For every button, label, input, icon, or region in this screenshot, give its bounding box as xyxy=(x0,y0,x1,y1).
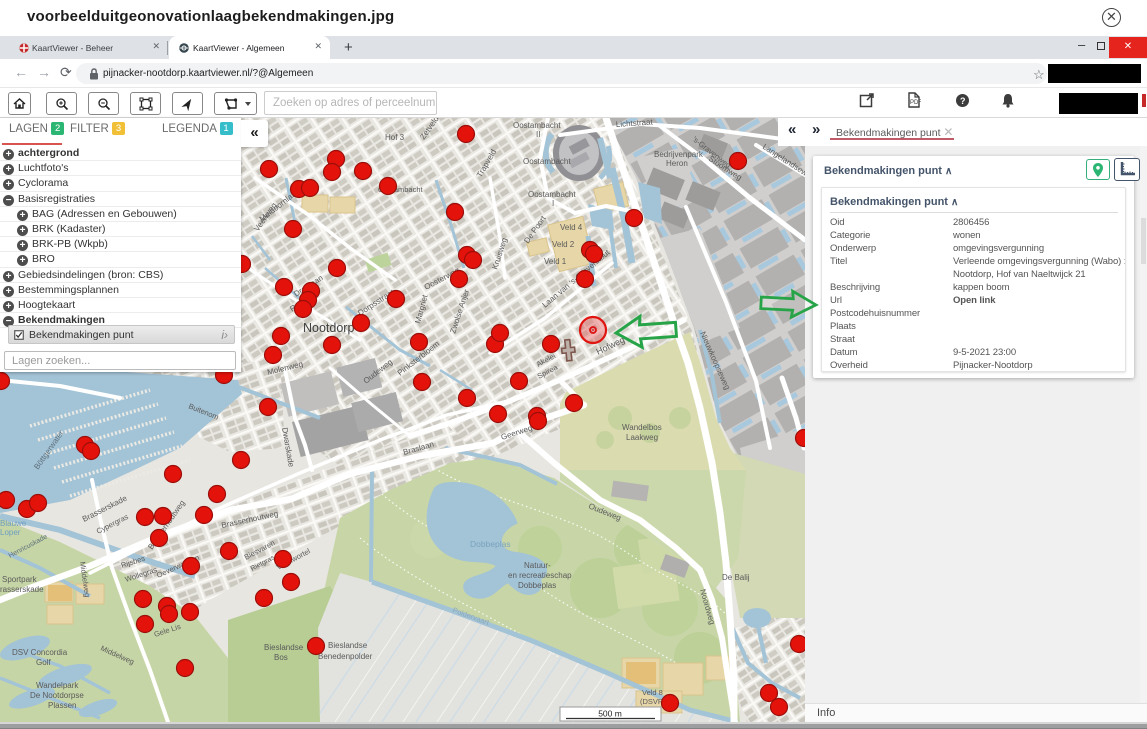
svg-text:Nootdorp: Nootdorp xyxy=(303,321,354,335)
svg-text:II: II xyxy=(536,130,540,139)
svg-text:Loper: Loper xyxy=(0,528,21,537)
svg-text:Golf: Golf xyxy=(36,658,51,667)
svg-text:en recreatieschap: en recreatieschap xyxy=(508,571,572,580)
svg-text:Oostambacht: Oostambacht xyxy=(513,121,561,130)
svg-text:Oostambacht: Oostambacht xyxy=(523,157,571,166)
svg-text:Oostambacht: Oostambacht xyxy=(528,190,576,199)
svg-text:Wandelpark: Wandelpark xyxy=(36,681,79,690)
svg-text:Veld 8: Veld 8 xyxy=(642,688,663,697)
svg-text:Bos: Bos xyxy=(274,653,288,662)
svg-text:Bedrijvenpark: Bedrijvenpark xyxy=(654,150,704,159)
svg-text:Veld 4: Veld 4 xyxy=(560,223,583,232)
svg-text:Dobbeplas: Dobbeplas xyxy=(518,581,556,590)
svg-text:Laakweg: Laakweg xyxy=(626,433,658,442)
svg-text:Dobbeplas: Dobbeplas xyxy=(470,539,511,549)
svg-text:Bieslandse: Bieslandse xyxy=(328,641,368,650)
svg-text:Benedenpolder: Benedenpolder xyxy=(318,652,373,661)
svg-text:Sportpark: Sportpark xyxy=(2,575,38,584)
svg-text:Veld 1: Veld 1 xyxy=(544,257,567,266)
svg-text:Hof 3: Hof 3 xyxy=(385,133,405,142)
svg-text:500 m: 500 m xyxy=(598,709,622,719)
svg-text:Blauwe: Blauwe xyxy=(0,519,27,528)
svg-text:Natuur-: Natuur- xyxy=(524,561,551,570)
svg-text:PDF: PDF xyxy=(910,100,921,106)
svg-text:Wandelbos: Wandelbos xyxy=(622,423,662,432)
svg-text:I: I xyxy=(552,199,554,208)
svg-text:rasserskade: rasserskade xyxy=(0,585,44,594)
svg-text:Heron: Heron xyxy=(666,159,688,168)
svg-text:Bieslandse: Bieslandse xyxy=(264,643,304,652)
svg-text:Plassen: Plassen xyxy=(48,701,76,710)
svg-text:De Balij: De Balij xyxy=(722,573,750,582)
svg-text:DSV Concordia: DSV Concordia xyxy=(12,648,68,657)
svg-text:Veld 2: Veld 2 xyxy=(552,240,575,249)
svg-text:De Nootdorpse: De Nootdorpse xyxy=(30,691,84,700)
svg-text:?: ? xyxy=(960,96,966,106)
